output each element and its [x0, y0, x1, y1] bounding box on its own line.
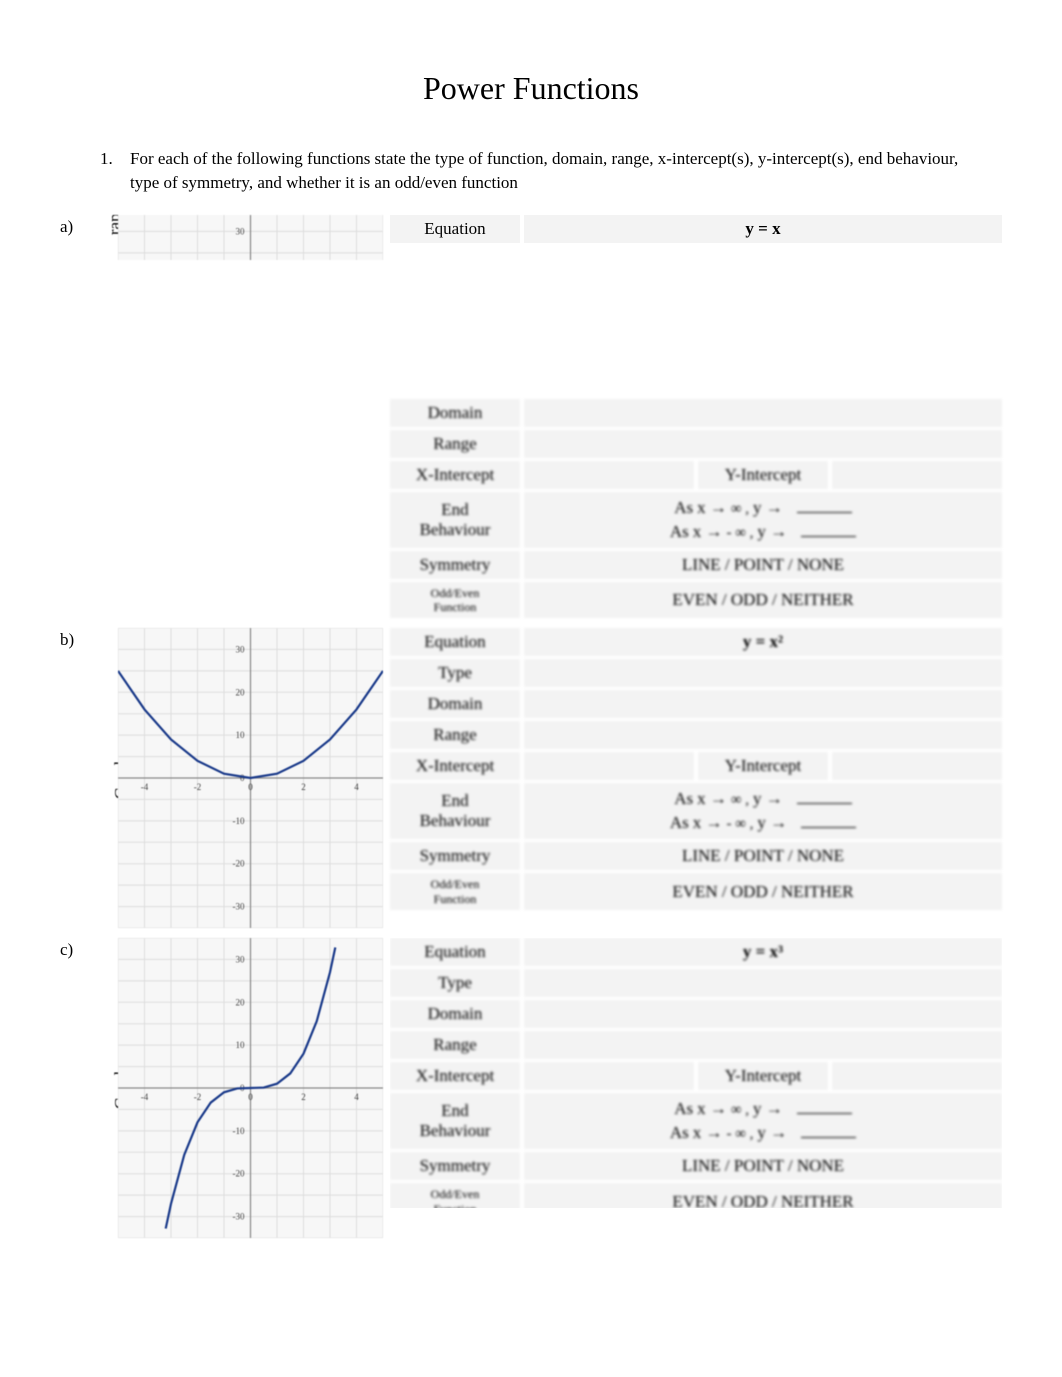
chart: -4-2024-30-20-100102030	[118, 938, 383, 1238]
endbehaviour-value: As x → ∞ , y → As x → - ∞ , y →	[524, 492, 1002, 548]
svg-text:-20: -20	[233, 859, 245, 869]
symmetry-label: Symmetry	[390, 842, 520, 870]
equation-value: y = x	[524, 215, 1002, 243]
oddeven-label: Odd/EvenFunction	[390, 873, 520, 910]
endbehaviour-label: EndBehaviour	[390, 1093, 520, 1149]
endbehaviour-value: As x → ∞ , y → As x → - ∞ , y →	[524, 783, 1002, 839]
range-value	[524, 1031, 1002, 1059]
svg-text:30: 30	[236, 645, 246, 655]
svg-text:-2: -2	[194, 782, 202, 792]
graph-panel: Graph -4-2024-30-20-100102030	[90, 938, 385, 1238]
svg-text:-30: -30	[233, 1212, 245, 1222]
xintercept-value	[524, 1062, 694, 1090]
type-value	[524, 969, 1002, 997]
equation-value: y = x³	[524, 938, 1002, 966]
domain-label: Domain	[390, 399, 520, 427]
range-label: Range	[390, 430, 520, 458]
svg-text:30: 30	[236, 955, 246, 965]
xintercept-value	[524, 752, 694, 780]
svg-text:-30: -30	[233, 902, 245, 912]
properties-table: Equation y = x² Type Domain Range X-Inte…	[390, 628, 1002, 928]
yintercept-label: Y-Intercept	[698, 461, 828, 489]
type-label: Type	[390, 659, 520, 687]
endbehaviour-label: EndBehaviour	[390, 492, 520, 548]
endbehaviour-value: As x → ∞ , y → As x → - ∞ , y →	[524, 1093, 1002, 1149]
problem-letter: b)	[60, 628, 90, 928]
chart: -4-2024-30-20-100102030	[118, 628, 383, 928]
equation-label: Equation	[390, 215, 520, 243]
problem-letter: a)	[60, 215, 90, 619]
yintercept-value	[832, 752, 1002, 780]
oddeven-value: EVEN / ODD / NEITHER	[524, 873, 1002, 910]
range-value	[524, 721, 1002, 749]
xintercept-label: X-Intercept	[390, 752, 520, 780]
oddeven-value: EVEN / ODD / NEITHER	[524, 582, 1002, 619]
range-label: Range	[390, 1031, 520, 1059]
instruction-text: 1. For each of the following functions s…	[100, 147, 962, 195]
yintercept-value	[832, 1062, 1002, 1090]
svg-text:2: 2	[301, 782, 306, 792]
yintercept-value	[832, 461, 1002, 489]
instruction-number: 1.	[100, 147, 130, 195]
domain-value	[524, 399, 1002, 427]
graph-panel: Graph -4-2024-30-20-100102030	[90, 628, 385, 928]
problem-a): a) raph -4-2024-30-20-100102030 Equation…	[60, 215, 1002, 619]
svg-text:-10: -10	[233, 816, 245, 826]
instruction-body: For each of the following functions stat…	[130, 147, 962, 195]
problem-c): c) Graph -4-2024-30-20-100102030 Equatio…	[60, 938, 1002, 1238]
endbehaviour-label: EndBehaviour	[390, 783, 520, 839]
page-title: Power Functions	[60, 70, 1002, 107]
svg-text:-4: -4	[141, 782, 149, 792]
svg-text:20: 20	[236, 688, 246, 698]
svg-text:-10: -10	[233, 1126, 245, 1136]
properties-table: Equation y = x³ Type Domain Range X-Inte…	[390, 938, 1002, 1208]
yintercept-label: Y-Intercept	[698, 1062, 828, 1090]
oddeven-label: Odd/EvenFunction	[390, 582, 520, 619]
domain-label: Domain	[390, 690, 520, 718]
equation-label: Equation	[390, 628, 520, 656]
symmetry-value: LINE / POINT / NONE	[524, 842, 1002, 870]
svg-text:4: 4	[354, 1092, 359, 1102]
svg-text:20: 20	[236, 998, 246, 1008]
symmetry-value: LINE / POINT / NONE	[524, 551, 1002, 579]
oddeven-label: Odd/EvenFunction	[390, 1183, 520, 1208]
chart: -4-2024-30-20-100102030	[118, 215, 383, 260]
yintercept-label: Y-Intercept	[698, 752, 828, 780]
properties-table: Equation y = x Domain Range X-Intercept …	[390, 215, 1002, 619]
svg-text:10: 10	[236, 731, 246, 741]
graph-panel: raph -4-2024-30-20-100102030	[90, 215, 385, 275]
range-value	[524, 430, 1002, 458]
svg-text:0: 0	[248, 1092, 253, 1102]
svg-text:0: 0	[248, 782, 253, 792]
symmetry-label: Symmetry	[390, 1152, 520, 1180]
problem-letter: c)	[60, 938, 90, 1238]
range-label: Range	[390, 721, 520, 749]
svg-text:10: 10	[236, 1041, 246, 1051]
svg-text:4: 4	[354, 782, 359, 792]
oddeven-value: EVEN / ODD / NEITHER	[524, 1183, 1002, 1208]
type-value	[524, 659, 1002, 687]
svg-text:2: 2	[301, 1092, 306, 1102]
domain-value	[524, 1000, 1002, 1028]
domain-value	[524, 690, 1002, 718]
symmetry-label: Symmetry	[390, 551, 520, 579]
equation-value: y = x²	[524, 628, 1002, 656]
domain-label: Domain	[390, 1000, 520, 1028]
xintercept-label: X-Intercept	[390, 461, 520, 489]
svg-text:-4: -4	[141, 1092, 149, 1102]
svg-text:-20: -20	[233, 1169, 245, 1179]
svg-text:30: 30	[236, 226, 246, 236]
svg-text:-2: -2	[194, 1092, 202, 1102]
problem-b): b) Graph -4-2024-30-20-100102030 Equatio…	[60, 628, 1002, 928]
type-label: Type	[390, 969, 520, 997]
xintercept-value	[524, 461, 694, 489]
symmetry-value: LINE / POINT / NONE	[524, 1152, 1002, 1180]
xintercept-label: X-Intercept	[390, 1062, 520, 1090]
equation-label: Equation	[390, 938, 520, 966]
